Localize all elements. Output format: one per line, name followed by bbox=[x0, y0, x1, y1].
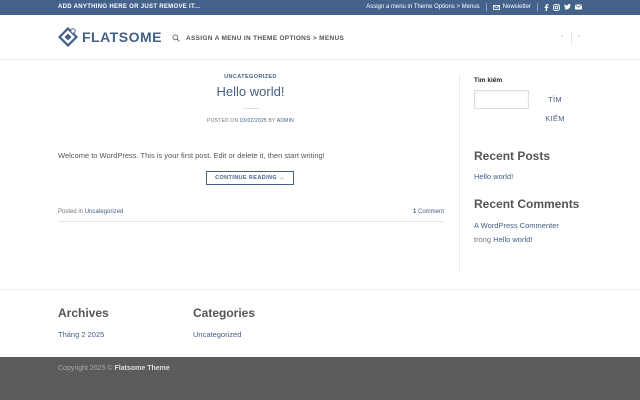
post-meta: POSTED ON 03/02/2025 BY ADMIN bbox=[57, 118, 444, 124]
social-icons bbox=[544, 3, 582, 11]
posted-in-label: Posted in bbox=[58, 209, 84, 215]
newsletter-link[interactable]: Newsletter bbox=[492, 4, 531, 10]
categories-title: Categories bbox=[193, 306, 256, 320]
title-divider bbox=[243, 108, 259, 109]
email-icon[interactable] bbox=[575, 4, 582, 10]
search-icon[interactable] bbox=[172, 34, 180, 42]
comment-post-link[interactable]: Hello world! bbox=[493, 235, 532, 244]
comment-label: Comment bbox=[417, 209, 444, 215]
recent-comments-title: Recent Comments bbox=[474, 197, 580, 211]
recent-comment-entry: trong Hello world! bbox=[474, 235, 532, 244]
top-menu-hint-link[interactable]: Assign a menu in Theme Options > Menus bbox=[366, 4, 479, 10]
newsletter-label: Newsletter bbox=[502, 4, 531, 10]
search-input[interactable] bbox=[474, 90, 529, 109]
sidebar-divider bbox=[459, 74, 460, 273]
comment-count: 1 bbox=[412, 209, 417, 215]
top-bar-divider bbox=[537, 3, 538, 11]
post-author-link[interactable]: ADMIN bbox=[277, 118, 294, 124]
twitter-icon[interactable] bbox=[564, 4, 571, 10]
recent-post-link[interactable]: Hello world! bbox=[474, 172, 513, 181]
recent-posts-title: Recent Posts bbox=[474, 149, 551, 163]
category-link[interactable]: Uncategorized bbox=[193, 330, 241, 339]
copyright: Copyright 2025 © Flatsome Theme bbox=[58, 365, 170, 372]
archive-link[interactable]: Tháng 2 2025 bbox=[58, 330, 104, 339]
logo-text: FLATSOME bbox=[82, 29, 162, 45]
header-nav: ASSIGN A MENU IN THEME OPTIONS > MENUS bbox=[172, 34, 344, 42]
site-logo[interactable]: FLATSOME bbox=[58, 27, 162, 47]
flatsome-logo-icon bbox=[58, 27, 78, 47]
envelope-icon bbox=[492, 4, 500, 10]
top-bar-right: Assign a menu in Theme Options > Menus N… bbox=[366, 3, 582, 11]
instagram-icon[interactable] bbox=[553, 3, 560, 11]
posted-in-category-link[interactable]: Uncategorized bbox=[85, 209, 124, 215]
copyright-theme: Flatsome Theme bbox=[114, 365, 170, 372]
search-widget-label: Tìm kiếm bbox=[474, 77, 503, 84]
footer-widgets: Archives Tháng 2 2025 Categories Uncateg… bbox=[0, 289, 640, 357]
site-header: FLATSOME ASSIGN A MENU IN THEME OPTIONS … bbox=[0, 15, 640, 60]
top-bar-divider bbox=[485, 3, 487, 11]
copyright-prefix: Copyright 2025 © bbox=[58, 365, 113, 372]
meta-by: BY bbox=[268, 118, 276, 124]
continue-reading-button[interactable]: CONTINUE READING → bbox=[206, 171, 294, 185]
facebook-icon[interactable] bbox=[544, 3, 549, 11]
header-divider bbox=[571, 31, 572, 45]
post-footer: Posted in Uncategorized 1 Comment bbox=[58, 209, 444, 215]
comment-on-label: trong bbox=[474, 235, 492, 244]
meta-prefix: POSTED ON bbox=[207, 118, 239, 124]
comment-author-link[interactable]: A WordPress Commenter bbox=[474, 221, 559, 230]
search-button[interactable]: TÌM KIẾM bbox=[532, 90, 578, 128]
search-button-line1: TÌM bbox=[548, 95, 562, 104]
nav-menu-hint[interactable]: ASSIGN A MENU IN THEME OPTIONS > MENUS bbox=[186, 35, 344, 42]
post-excerpt: Welcome to WordPress. This is your first… bbox=[58, 151, 325, 160]
bottom-bar: Copyright 2025 © Flatsome Theme bbox=[0, 357, 640, 400]
header-right-item[interactable]: - bbox=[561, 33, 563, 40]
search-button-line2: KIẾM bbox=[545, 114, 565, 123]
top-bar: ADD ANYTHING HERE OR JUST REMOVE IT... A… bbox=[0, 0, 640, 15]
post-date-link[interactable]: 03/02/2025 bbox=[240, 118, 267, 124]
header-right-item[interactable]: - bbox=[578, 33, 580, 40]
comments-link[interactable]: 1 Comment bbox=[413, 209, 444, 215]
archives-title: Archives bbox=[58, 306, 109, 320]
post-divider bbox=[58, 221, 444, 222]
post-title[interactable]: Hello world! bbox=[57, 84, 444, 99]
post-category[interactable]: UNCATEGORIZED bbox=[57, 74, 444, 80]
top-bar-message: ADD ANYTHING HERE OR JUST REMOVE IT... bbox=[58, 4, 201, 10]
